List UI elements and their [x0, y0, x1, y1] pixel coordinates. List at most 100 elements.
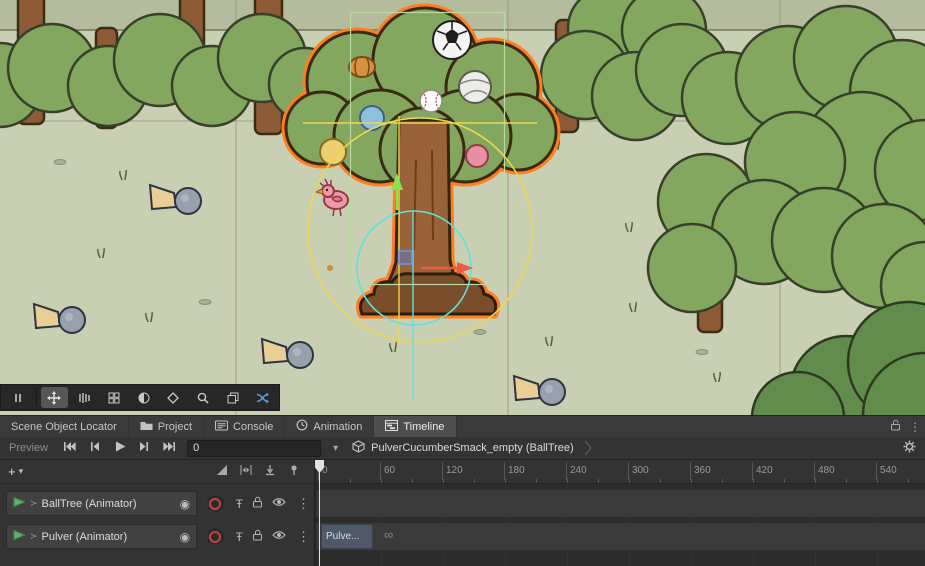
animation-clip[interactable]: Pulve...	[321, 524, 373, 549]
goto-beginning-button[interactable]	[57, 437, 82, 459]
goto-end-icon	[163, 441, 176, 455]
timeline-options-dropdown[interactable]: ▾	[333, 443, 338, 454]
goto-end-button[interactable]	[157, 437, 182, 459]
track-row-pulver: ≻ Pulver (Animator) ◉ Ŧ ⋮	[6, 523, 310, 550]
soccer-ball	[433, 21, 471, 59]
tab-console[interactable]: Console	[204, 416, 285, 437]
target-icon[interactable]: ◉	[180, 497, 190, 511]
frame-number-field[interactable]: 0	[187, 440, 321, 457]
track-arrow-icon: ≻	[30, 531, 38, 542]
scene-view[interactable]	[0, 0, 925, 415]
previous-frame-icon	[88, 441, 101, 455]
track-menu-button[interactable]: ⋮	[297, 496, 310, 512]
shuffle-tool-icon	[256, 392, 269, 404]
target-icon[interactable]: ◉	[180, 530, 190, 544]
pink-ball	[466, 145, 488, 167]
timeline-toolbar: Preview 0 ▾ PulverCucumberSmack_empty (B…	[0, 437, 925, 460]
pane-lock-button[interactable]	[885, 416, 905, 437]
scene-canvas[interactable]	[0, 0, 925, 415]
timeline-ruler[interactable]: 0 60 120 180 240 300 360 420 480 540	[316, 460, 925, 484]
record-button[interactable]	[207, 528, 224, 545]
blue-ball	[360, 106, 384, 130]
move-tool-button[interactable]	[41, 387, 69, 408]
baseball	[420, 90, 442, 112]
record-icon	[209, 531, 221, 543]
ruler-label: 480	[818, 465, 835, 476]
layers-tool-button[interactable]	[219, 387, 247, 408]
breadcrumb-chevron-icon	[584, 440, 592, 456]
tab-scene-object-locator[interactable]: Scene Object Locator	[0, 416, 129, 437]
play-icon	[114, 441, 126, 455]
timeline-lanes[interactable]: Pulve... ∞	[316, 484, 925, 566]
lane-pulver[interactable]: Pulve... ∞	[316, 523, 925, 550]
next-frame-button[interactable]	[132, 437, 157, 459]
tab-project[interactable]: Project	[129, 416, 204, 437]
playhead-line[interactable]	[319, 460, 320, 566]
tab-label: Animation	[313, 421, 362, 433]
breadcrumb[interactable]: PulverCucumberSmack_empty (BallTree)	[352, 440, 592, 456]
tab-animation[interactable]: Animation	[285, 416, 374, 437]
animator-track-icon	[13, 496, 26, 511]
edit-mode-mix-icon[interactable]	[216, 463, 228, 481]
tilemap-tool-button[interactable]	[100, 387, 128, 408]
ruler-label: 120	[446, 465, 463, 476]
preview-toggle-button[interactable]: Preview	[0, 442, 57, 454]
loop-infinity-icon: ∞	[384, 528, 393, 541]
pumpkin-prop	[349, 57, 375, 77]
lane-balltree[interactable]	[316, 490, 925, 517]
clock-icon	[296, 419, 308, 434]
record-icon	[209, 498, 221, 510]
volleyball	[459, 71, 491, 103]
ruler-label: 180	[508, 465, 525, 476]
move-gizmo-plane-handle[interactable]	[399, 251, 412, 264]
previous-frame-button[interactable]	[82, 437, 107, 459]
timeline-settings-button[interactable]	[903, 440, 916, 456]
animator-track-icon	[13, 529, 26, 544]
move-tool-icon	[47, 391, 61, 405]
timeline-icon	[385, 420, 398, 434]
pane-menu-button[interactable]: ⋮	[905, 416, 925, 437]
rig-tool-button[interactable]	[70, 387, 98, 408]
record-button[interactable]	[207, 495, 224, 512]
next-frame-icon	[138, 441, 151, 455]
tab-label: Timeline	[403, 421, 444, 433]
track-name: BallTree (Animator)	[42, 498, 137, 510]
kebab-menu-icon: ⋮	[909, 420, 921, 434]
stamp-tool-button[interactable]	[159, 387, 187, 408]
stamp-tool-icon	[167, 392, 179, 404]
edit-mode-replace-icon[interactable]	[264, 463, 276, 481]
ruler-label: 300	[632, 465, 649, 476]
track-menu-button[interactable]: ⋮	[297, 529, 310, 545]
pin-icon[interactable]: Ŧ	[236, 530, 243, 544]
ruler-label: 540	[880, 465, 897, 476]
timeline-asset-icon	[352, 440, 365, 456]
eye-icon[interactable]	[272, 497, 286, 510]
shuffle-tool-button[interactable]	[248, 387, 276, 408]
lock-icon[interactable]	[252, 529, 263, 544]
frame-number-value: 0	[193, 442, 199, 454]
edit-mode-ripple-icon[interactable]	[240, 463, 252, 481]
search-tool-button[interactable]	[189, 387, 217, 408]
sphere-tool-button[interactable]	[130, 387, 158, 408]
ruler-label: 60	[384, 465, 395, 476]
tab-timeline[interactable]: Timeline	[374, 416, 456, 437]
breadcrumb-label: PulverCucumberSmack_empty (BallTree)	[371, 442, 574, 454]
goto-beginning-icon	[63, 441, 76, 455]
layers-tool-icon	[227, 392, 239, 404]
track-header[interactable]: ≻ Pulver (Animator) ◉	[6, 524, 197, 549]
scene-toolbar	[0, 384, 280, 411]
ruler-label: 240	[570, 465, 587, 476]
track-arrow-icon: ≻	[30, 498, 38, 509]
unlock-icon	[890, 419, 901, 434]
timeline-body: + ▾ ≻ BallTree (Animator) ◉ Ŧ	[0, 460, 925, 566]
markers-toggle-icon[interactable]	[288, 463, 300, 481]
view-tool-button[interactable]	[4, 387, 32, 408]
yellow-ball	[320, 139, 346, 165]
add-track-button[interactable]: + ▾	[8, 464, 23, 479]
play-button[interactable]	[107, 437, 132, 459]
track-header[interactable]: ≻ BallTree (Animator) ◉	[6, 491, 197, 516]
pin-icon[interactable]: Ŧ	[236, 497, 243, 511]
folder-icon	[140, 420, 153, 434]
lock-icon[interactable]	[252, 496, 263, 511]
eye-icon[interactable]	[272, 530, 286, 543]
